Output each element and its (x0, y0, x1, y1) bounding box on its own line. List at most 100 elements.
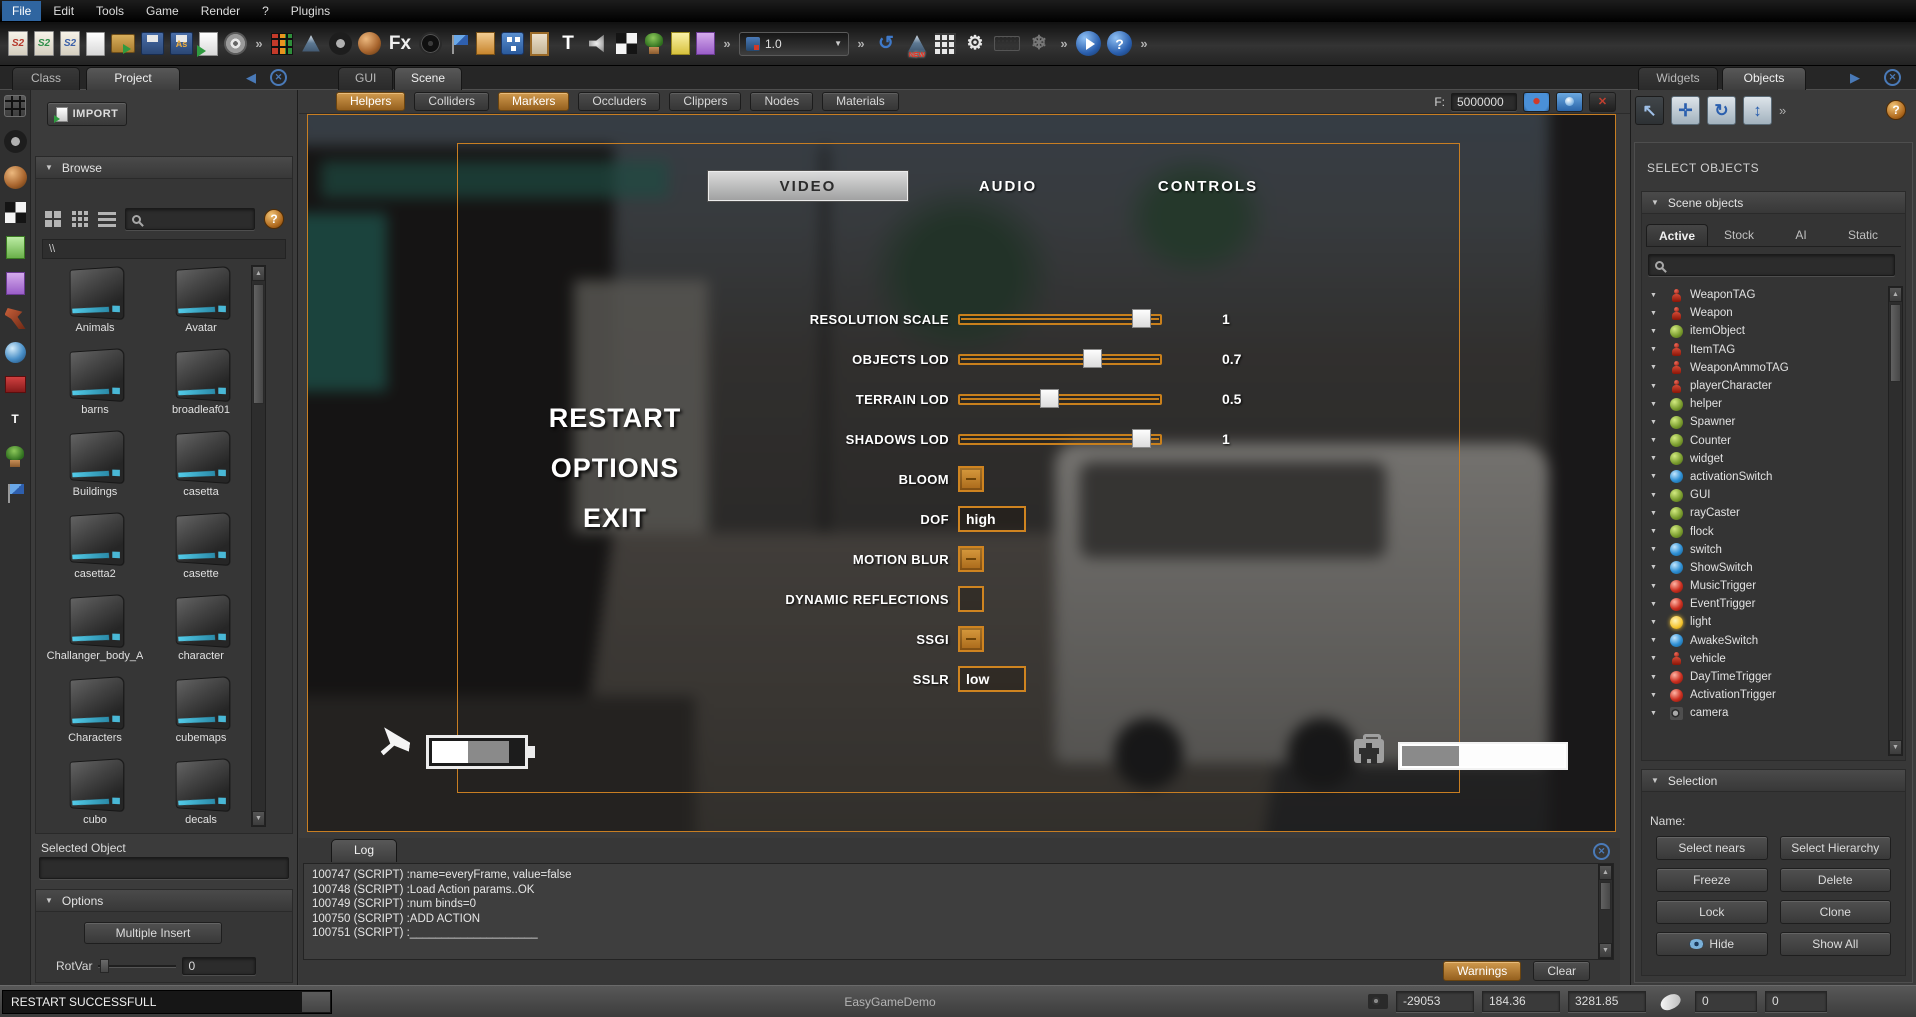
import-button[interactable]: IMPORT (47, 102, 127, 126)
hierarchy-icon[interactable] (501, 32, 524, 55)
expander-icon[interactable]: ▼ (1650, 619, 1664, 626)
image-purple-tool-icon[interactable] (6, 272, 25, 295)
selected-object-field[interactable] (39, 857, 289, 879)
scroll-up-icon[interactable]: ▲ (252, 266, 265, 281)
new-file-icon[interactable] (86, 32, 105, 56)
rotvar-value-field[interactable] (182, 957, 256, 975)
scroll-thumb[interactable] (1890, 304, 1901, 382)
slider-thumb[interactable] (1132, 429, 1151, 448)
selection-button[interactable]: Freeze (1656, 868, 1768, 892)
disc-icon[interactable] (224, 32, 247, 55)
menu-item[interactable]: ? (252, 1, 279, 21)
folder-item[interactable]: casette (148, 511, 254, 593)
tab-objects[interactable]: Objects (1722, 67, 1806, 90)
rubik-tool-icon[interactable] (4, 95, 26, 117)
scroll-thumb[interactable] (1600, 882, 1611, 910)
expander-icon[interactable]: ▼ (1650, 455, 1664, 462)
playerCharacter[interactable]: ▼ playerCharacter (1646, 377, 1883, 395)
scroll-thumb[interactable] (253, 284, 264, 404)
gear-icon[interactable]: ⚙ (962, 31, 988, 57)
expander-icon[interactable]: ▼ (1650, 383, 1664, 390)
scale-dropdown[interactable]: 1.0 ▼ (739, 32, 849, 56)
menu-item[interactable]: File (2, 1, 41, 21)
folder-item[interactable]: decals (148, 757, 254, 827)
vehicle[interactable]: ▼ vehicle (1646, 650, 1883, 668)
help-icon[interactable]: ? (1107, 31, 1132, 56)
expander-icon[interactable]: ▼ (1650, 346, 1664, 353)
expander-icon[interactable]: ▼ (1650, 510, 1664, 517)
clear-button[interactable]: Clear (1533, 961, 1590, 981)
setting-slider[interactable] (958, 394, 1162, 405)
expander-icon[interactable]: ▼ (1650, 364, 1664, 371)
light[interactable]: ▼ light (1646, 613, 1883, 631)
setting-field[interactable]: high (958, 506, 1026, 532)
setting-slider[interactable] (958, 354, 1162, 365)
far-clip-field[interactable] (1451, 93, 1517, 111)
AwakeSwitch[interactable]: ▼ AwakeSwitch (1646, 632, 1883, 650)
camera[interactable]: ▼ camera (1646, 704, 1883, 722)
expander-icon[interactable]: ▼ (1650, 564, 1664, 571)
ShowSwitch[interactable]: ▼ ShowSwitch (1646, 559, 1883, 577)
filter-tab[interactable]: AI (1770, 224, 1832, 246)
expander-icon[interactable]: ▼ (1650, 692, 1664, 699)
selection-header[interactable]: ▼ Selection (1642, 770, 1905, 792)
keyboard-icon[interactable] (994, 36, 1020, 51)
expander-icon[interactable]: ▼ (1650, 710, 1664, 717)
menu-item[interactable]: Game (136, 1, 189, 21)
folder-scrollbar[interactable]: ▲ ▼ (251, 265, 266, 827)
display-toggle[interactable]: Markers (498, 92, 569, 111)
globe-tool-icon[interactable] (5, 342, 26, 363)
activationSwitch[interactable]: ▼ activationSwitch (1646, 468, 1883, 486)
large-icons-view-icon[interactable] (44, 210, 62, 228)
display-toggle[interactable]: Occluders (578, 92, 660, 111)
filter-tab[interactable]: Stock (1708, 224, 1770, 246)
menu-item[interactable]: Tools (86, 1, 134, 21)
checker-tool-icon[interactable] (5, 202, 26, 223)
WeaponAmmoTAG[interactable]: ▼ WeaponAmmoTAG (1646, 359, 1883, 377)
maximize-icon[interactable]: ✕ (1589, 92, 1616, 112)
expander-icon[interactable]: ▼ (1650, 473, 1664, 480)
display-toggle[interactable]: Materials (822, 92, 899, 111)
selection-button[interactable]: Lock (1656, 900, 1768, 924)
plant-tool-icon[interactable] (4, 445, 26, 469)
tire-tool-icon[interactable] (4, 130, 27, 153)
display-toggle[interactable]: Helpers (336, 92, 405, 111)
expander-icon[interactable]: ▼ (1650, 601, 1664, 608)
DayTimeTrigger[interactable]: ▼ DayTimeTrigger (1646, 668, 1883, 686)
sound-icon[interactable] (587, 32, 610, 55)
EventTrigger[interactable]: ▼ EventTrigger (1646, 595, 1883, 613)
scroll-up-icon[interactable]: ▲ (1889, 287, 1902, 302)
expander-icon[interactable]: ▼ (1650, 583, 1664, 590)
selection-button[interactable]: Hide (1656, 932, 1768, 956)
selection-button[interactable]: Clone (1780, 900, 1892, 924)
image-green-tool-icon[interactable] (6, 236, 25, 259)
menu-item[interactable]: Plugins (281, 1, 340, 21)
log-output[interactable]: 100747 (SCRIPT) :name=everyFrame, value=… (303, 863, 1614, 960)
menu-item[interactable]: Render (191, 1, 250, 21)
notes-icon[interactable] (476, 32, 495, 55)
fx-icon[interactable]: Fx (387, 31, 413, 57)
scale-tool-icon[interactable]: ↕ (1743, 96, 1772, 125)
scene-save-icon[interactable]: S2 (60, 31, 80, 56)
plant-icon[interactable] (643, 32, 665, 56)
expander-icon[interactable]: ▼ (1650, 310, 1664, 317)
log-scrollbar[interactable]: ▲ ▼ (1598, 864, 1613, 959)
selection-button[interactable]: Select Hierarchy (1780, 836, 1892, 860)
tire-icon[interactable] (329, 32, 352, 55)
expander-icon[interactable]: ▼ (1650, 492, 1664, 499)
axe-tool-icon[interactable] (5, 308, 26, 329)
filter-tab[interactable]: Active (1646, 224, 1708, 246)
expander-icon[interactable]: ▼ (1650, 292, 1664, 299)
objects-search[interactable] (1648, 254, 1895, 276)
Weapon[interactable]: ▼ Weapon (1646, 304, 1883, 322)
overflow2-icon[interactable]: » (721, 31, 733, 57)
tab-scene[interactable]: Scene (394, 67, 462, 90)
expander-icon[interactable]: ▼ (1650, 528, 1664, 535)
browse-search[interactable] (125, 208, 255, 230)
palette-tool-icon[interactable] (5, 376, 26, 393)
planet-icon[interactable] (358, 32, 381, 55)
expander-icon[interactable]: ▼ (1650, 419, 1664, 426)
rotvar-slider[interactable] (98, 959, 176, 973)
setting-slider[interactable] (958, 434, 1162, 445)
undo-icon[interactable]: ↺ (873, 31, 899, 57)
